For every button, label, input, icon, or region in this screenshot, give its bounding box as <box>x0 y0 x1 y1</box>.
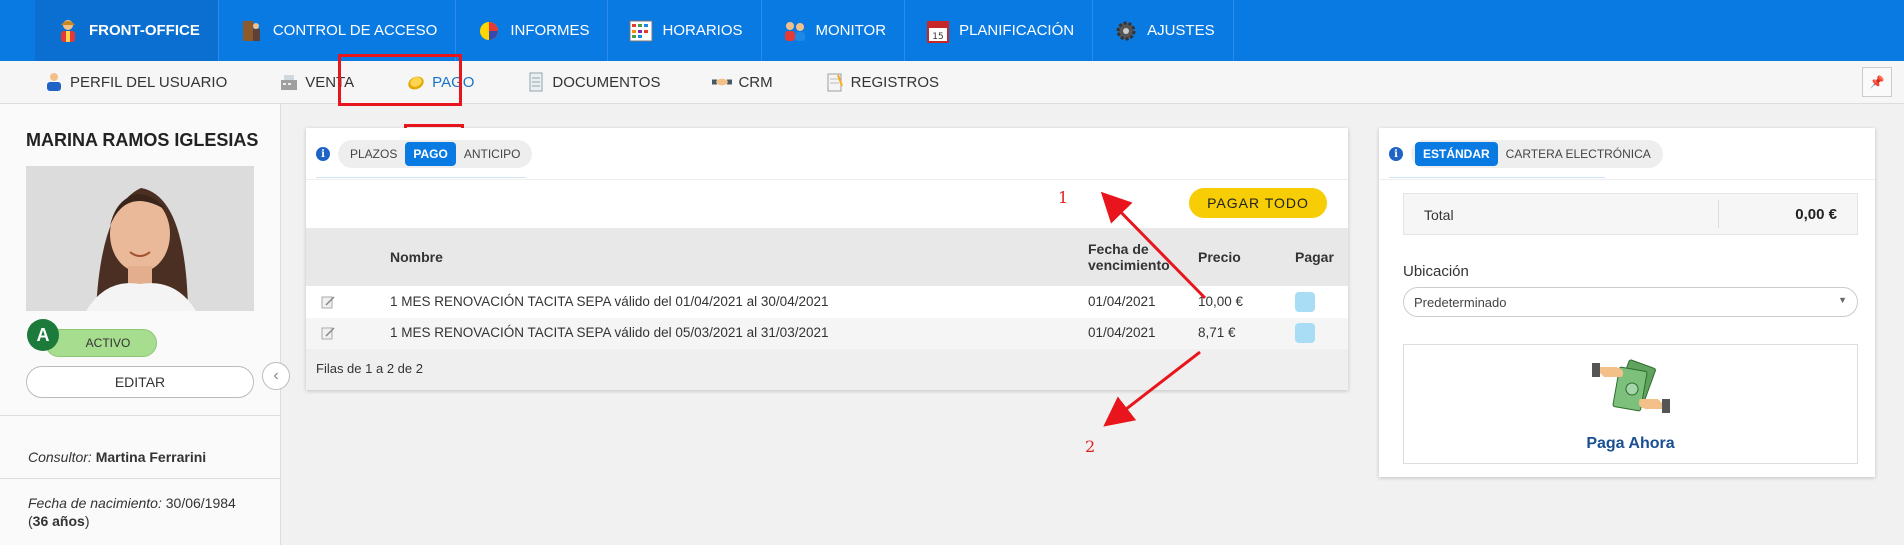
divider <box>1379 179 1875 180</box>
profile-name: MARINA RAMOS IGLESIAS <box>26 130 259 150</box>
pay-now-button[interactable]: Paga Ahora <box>1403 344 1858 464</box>
subnav-registros[interactable]: REGISTROS <box>825 72 939 92</box>
chevron-left-icon: ‹ <box>273 367 279 384</box>
pay-now-label: Paga Ahora <box>1586 435 1675 452</box>
birth-info: Fecha de nacimiento: 30/06/1984 (36 años… <box>28 495 236 529</box>
member-badge-avatar: A <box>27 319 59 351</box>
tab-estandar[interactable]: ESTÁNDAR <box>1415 142 1498 166</box>
topnav-informes[interactable]: INFORMES <box>456 0 609 61</box>
total-box: Total 0,00 € <box>1403 193 1858 235</box>
edit-button[interactable]: EDITAR <box>26 366 254 398</box>
row-price: 10,00 € <box>1198 294 1244 309</box>
gear-icon <box>1113 18 1139 44</box>
payments-card: i PLAZOS PAGO ANTICIPO PAGAR TODO Nombre… <box>306 128 1348 390</box>
divider <box>1718 200 1719 228</box>
total-label: Total <box>1424 207 1454 223</box>
collapse-sidebar-button[interactable]: ‹ <box>262 362 290 390</box>
user-profile-icon <box>44 72 64 92</box>
table-header: Nombre Fecha de vencimiento Precio Pagar <box>306 228 1348 286</box>
location-label: Ubicación <box>1403 263 1469 280</box>
calendar-grid-icon <box>628 18 654 44</box>
sub-navigation: PERFIL DEL USUARIO VENTA PAGO DOCUMENTOS… <box>0 61 1904 104</box>
calendar-icon: 15 <box>925 18 951 44</box>
door-icon <box>239 18 265 44</box>
table-row: 1 MES RENOVACIÓN TACITA SEPA válido del … <box>306 318 1348 349</box>
birth-date: 30/06/1984 <box>165 495 236 511</box>
column-header-price[interactable]: Precio <box>1198 249 1241 265</box>
highlight-box-pago-subnav <box>338 54 462 106</box>
status-badge: ACTIVO <box>45 329 157 357</box>
column-header-due[interactable]: Fecha de vencimiento <box>1088 241 1170 273</box>
table-row: 1 MES RENOVACIÓN TACITA SEPA válido del … <box>306 287 1348 318</box>
subnav-perfil-usuario[interactable]: PERFIL DEL USUARIO <box>44 72 227 92</box>
edit-note-icon[interactable] <box>321 326 337 340</box>
table-footer: Filas de 1 a 2 de 2 <box>306 349 1348 390</box>
total-value: 0,00 € <box>1795 206 1837 223</box>
pin-icon: 📌 <box>1869 75 1885 89</box>
pin-button[interactable]: 📌 <box>1862 67 1892 97</box>
location-select[interactable]: Predeterminado ▼ <box>1403 287 1858 317</box>
consultant-info: Consultor: Martina Ferrarini <box>28 449 207 465</box>
pie-chart-icon <box>476 18 502 44</box>
topnav-monitor[interactable]: MONITOR <box>762 0 906 61</box>
checkout-card: i ESTÁNDAR CARTERA ELECTRÓNICA Total 0,0… <box>1379 128 1875 477</box>
edit-note-icon[interactable] <box>321 295 337 309</box>
money-hands-icon <box>1592 353 1670 429</box>
topnav-control-acceso[interactable]: CONTROL DE ACCESO <box>219 0 457 61</box>
topnav-front-office[interactable]: FRONT-OFFICE <box>35 0 219 61</box>
row-price: 8,71 € <box>1198 325 1236 340</box>
profile-photo <box>26 166 254 311</box>
divider <box>0 478 281 479</box>
profile-sidebar: MARINA RAMOS IGLESIAS A ACTIVO EDITAR ‹ … <box>0 104 290 545</box>
pay-checkbox[interactable] <box>1295 323 1315 343</box>
divider <box>0 415 281 416</box>
annotation-label-2: 2 <box>1085 437 1096 456</box>
pay-checkbox[interactable] <box>1295 292 1315 312</box>
top-navigation: FRONT-OFFICE CONTROL DE ACCESO INFORMES … <box>0 0 1904 61</box>
svg-text:15: 15 <box>932 32 943 42</box>
checkout-tabs: i ESTÁNDAR CARTERA ELECTRÓNICA <box>1379 128 1663 180</box>
people-icon <box>782 18 808 44</box>
row-name: 1 MES RENOVACIÓN TACITA SEPA válido del … <box>390 294 829 309</box>
location-selected-value: Predeterminado <box>1414 295 1507 310</box>
user-icon <box>55 18 81 44</box>
payment-tabs: i PLAZOS PAGO ANTICIPO <box>306 128 533 180</box>
tab-group: ESTÁNDAR CARTERA ELECTRÓNICA <box>1411 140 1663 168</box>
handshake-icon <box>712 72 733 92</box>
column-header-name[interactable]: Nombre <box>390 249 443 265</box>
topnav-planificacion[interactable]: 15 PLANIFICACIÓN <box>905 0 1094 61</box>
tab-cartera-electronica[interactable]: CARTERA ELECTRÓNICA <box>1498 142 1659 166</box>
tab-anticipo[interactable]: ANTICIPO <box>456 142 529 166</box>
tab-underline <box>1389 177 1605 178</box>
document-icon <box>526 72 546 92</box>
tab-pago[interactable]: PAGO <box>405 142 456 166</box>
subnav-crm[interactable]: CRM <box>712 72 773 92</box>
consultant-name: Martina Ferrarini <box>95 449 207 465</box>
topnav-ajustes[interactable]: AJUSTES <box>1093 0 1234 61</box>
annotation-label-1: 1 <box>1058 188 1069 207</box>
row-name: 1 MES RENOVACIÓN TACITA SEPA válido del … <box>390 325 829 340</box>
topnav-horarios[interactable]: HORARIOS <box>608 0 762 61</box>
tab-group: PLAZOS PAGO ANTICIPO <box>338 140 533 168</box>
notepad-icon <box>825 72 845 92</box>
column-header-pay[interactable]: Pagar <box>1295 249 1334 265</box>
tab-plazos[interactable]: PLAZOS <box>342 142 405 166</box>
info-icon[interactable]: i <box>1389 147 1403 161</box>
age: 36 años <box>32 513 85 529</box>
pay-all-button[interactable]: PAGAR TODO <box>1189 188 1327 218</box>
subnav-documentos[interactable]: DOCUMENTOS <box>526 72 660 92</box>
row-due-date: 01/04/2021 <box>1088 294 1156 309</box>
tab-underline <box>316 177 526 178</box>
row-due-date: 01/04/2021 <box>1088 325 1156 340</box>
cash-register-icon <box>279 72 299 92</box>
divider <box>306 179 1348 180</box>
info-icon[interactable]: i <box>316 147 330 161</box>
chevron-down-icon: ▼ <box>1838 295 1847 305</box>
